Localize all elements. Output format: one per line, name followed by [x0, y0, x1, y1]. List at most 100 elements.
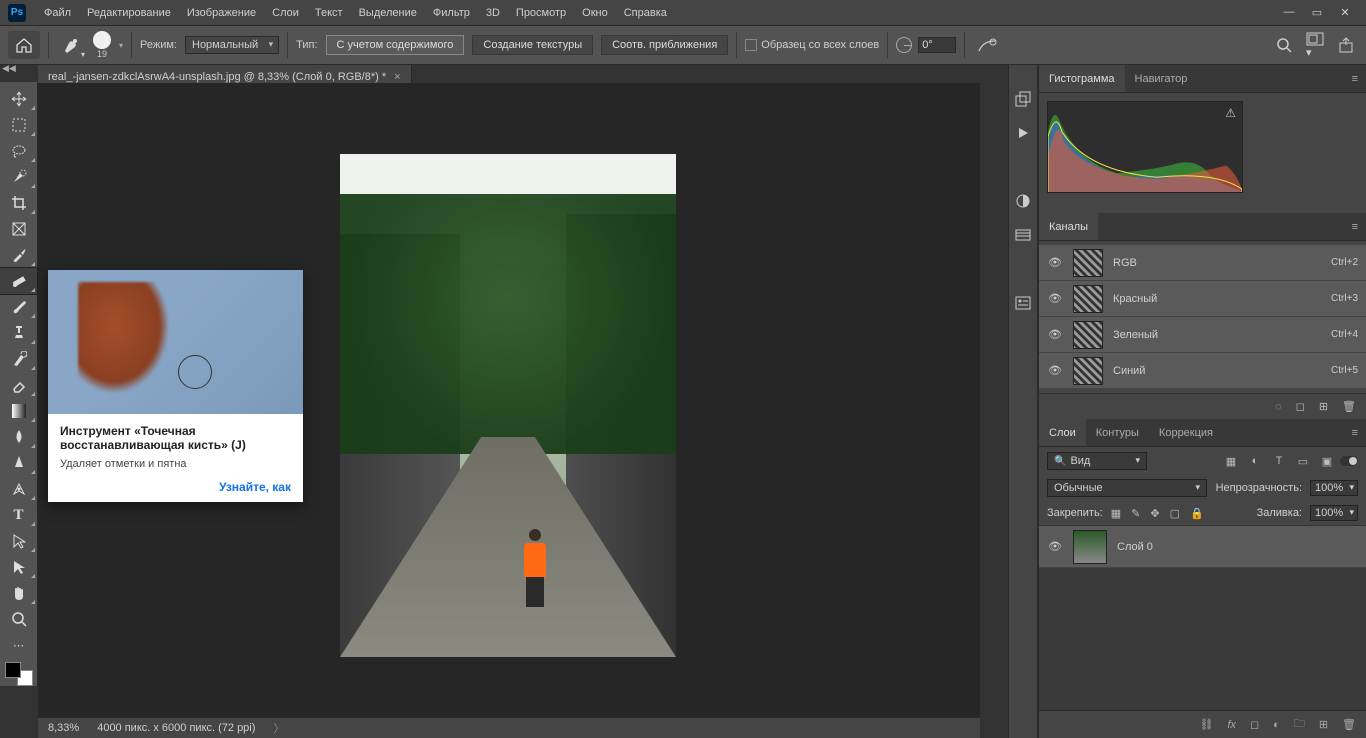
- move-tool[interactable]: [0, 86, 37, 112]
- lock-pixels-icon[interactable]: ▦: [1111, 507, 1121, 520]
- properties-panel-icon[interactable]: [1013, 293, 1033, 313]
- menu-layers[interactable]: Слои: [264, 7, 307, 19]
- panel-menu-icon[interactable]: ≡: [1344, 419, 1366, 446]
- menu-file[interactable]: Файл: [36, 7, 79, 19]
- crop-tool[interactable]: [0, 190, 37, 216]
- share-icon[interactable]: [1338, 37, 1354, 53]
- sample-all-layers-checkbox[interactable]: Образец со всех слоев: [745, 39, 879, 51]
- type-tool[interactable]: T: [0, 502, 37, 528]
- visibility-eye-icon[interactable]: 👁: [1047, 292, 1063, 305]
- screen-mode-icon[interactable]: ▾: [1306, 32, 1324, 59]
- angle-input[interactable]: 0°: [918, 37, 956, 53]
- filter-shape-icon[interactable]: ▭: [1296, 455, 1310, 468]
- spot-healing-brush-tool[interactable]: [0, 268, 37, 294]
- blend-mode-select[interactable]: Нормальный: [185, 36, 279, 54]
- brush-tool[interactable]: [0, 294, 37, 320]
- menu-image[interactable]: Изображение: [179, 7, 264, 19]
- channel-row-rgb[interactable]: 👁 RGB Ctrl+2: [1039, 245, 1366, 281]
- hand-tool[interactable]: [0, 580, 37, 606]
- edit-toolbar-button[interactable]: ⋯: [0, 632, 37, 658]
- opacity-input[interactable]: 100%: [1310, 480, 1358, 496]
- new-layer-icon[interactable]: ⊞: [1319, 718, 1328, 731]
- tab-channels[interactable]: Каналы: [1039, 213, 1098, 240]
- color-panel-icon[interactable]: [1013, 89, 1033, 109]
- panel-menu-icon[interactable]: ≡: [1344, 65, 1366, 92]
- filter-smart-icon[interactable]: ▣: [1320, 455, 1334, 468]
- group-icon[interactable]: 🗀: [1294, 715, 1305, 734]
- menu-help[interactable]: Справка: [616, 7, 675, 19]
- styles-panel-icon[interactable]: [1013, 225, 1033, 245]
- delete-channel-icon[interactable]: 🗑: [1342, 400, 1356, 413]
- pressure-size-icon[interactable]: [973, 31, 1001, 59]
- collapse-handle-icon[interactable]: ◀◀: [2, 63, 16, 74]
- gradient-tool[interactable]: [0, 398, 37, 424]
- delete-layer-icon[interactable]: 🗑: [1342, 718, 1356, 731]
- tab-paths[interactable]: Контуры: [1086, 419, 1149, 446]
- shape-tool[interactable]: [0, 554, 37, 580]
- menu-filter[interactable]: Фильтр: [425, 7, 478, 19]
- menu-edit[interactable]: Редактирование: [79, 7, 179, 19]
- visibility-eye-icon[interactable]: 👁: [1047, 364, 1063, 377]
- adjustment-layer-icon[interactable]: ◐: [1273, 719, 1280, 731]
- pen-tool[interactable]: [0, 476, 37, 502]
- search-icon[interactable]: [1276, 37, 1292, 53]
- clone-stamp-tool[interactable]: [0, 320, 37, 346]
- filter-pixel-icon[interactable]: ▦: [1224, 455, 1238, 468]
- lock-position-brush-icon[interactable]: ✎: [1131, 507, 1140, 520]
- type-content-aware-button[interactable]: С учетом содержимого: [326, 35, 465, 55]
- new-channel-icon[interactable]: ⊞: [1319, 400, 1328, 413]
- adjustments-panel-icon[interactable]: [1013, 191, 1033, 211]
- brush-size-preview[interactable]: 19: [93, 31, 111, 59]
- histogram-warning-icon[interactable]: ⚠: [1225, 106, 1236, 120]
- menu-3d[interactable]: 3D: [478, 7, 508, 19]
- status-doc-info[interactable]: 4000 пикс. x 6000 пикс. (72 ppi): [97, 722, 255, 734]
- window-close-icon[interactable]: ✕: [1338, 6, 1352, 19]
- layer-style-icon[interactable]: fx: [1227, 719, 1236, 731]
- path-select-tool[interactable]: [0, 528, 37, 554]
- zoom-tool[interactable]: [0, 606, 37, 632]
- layer-thumbnail[interactable]: [1073, 530, 1107, 564]
- eraser-tool[interactable]: [0, 372, 37, 398]
- color-swatches[interactable]: [5, 662, 33, 686]
- eyedropper-tool[interactable]: [0, 242, 37, 268]
- lasso-tool[interactable]: [0, 138, 37, 164]
- channel-row-blue[interactable]: 👁 Синий Ctrl+5: [1039, 353, 1366, 389]
- menu-window[interactable]: Окно: [574, 7, 616, 19]
- layer-filter-kind-select[interactable]: 🔍Вид: [1047, 452, 1147, 470]
- layer-blend-mode-select[interactable]: Обычные: [1047, 479, 1207, 497]
- type-proximity-button[interactable]: Соотв. приближения: [601, 35, 728, 55]
- tab-histogram[interactable]: Гистограмма: [1039, 65, 1125, 92]
- type-create-texture-button[interactable]: Создание текстуры: [472, 35, 593, 55]
- tooltip-learn-link[interactable]: Узнайте, как: [60, 480, 291, 494]
- marquee-tool[interactable]: [0, 112, 37, 138]
- save-selection-icon[interactable]: ◻: [1296, 400, 1305, 413]
- layer-mask-icon[interactable]: ◻: [1250, 718, 1259, 731]
- link-layers-icon[interactable]: ⛓: [1199, 718, 1213, 731]
- channel-row-red[interactable]: 👁 Красный Ctrl+3: [1039, 281, 1366, 317]
- foreground-color-swatch[interactable]: [5, 662, 21, 678]
- dodge-tool[interactable]: [0, 450, 37, 476]
- tab-navigator[interactable]: Навигатор: [1125, 65, 1198, 92]
- tab-layers[interactable]: Слои: [1039, 419, 1086, 446]
- window-minimize-icon[interactable]: —: [1282, 6, 1296, 19]
- filter-toggle-switch[interactable]: [1340, 456, 1358, 466]
- status-zoom[interactable]: 8,33%: [48, 722, 79, 734]
- status-menu-icon[interactable]: 〉: [273, 720, 284, 736]
- layer-name[interactable]: Слой 0: [1117, 541, 1153, 553]
- lock-all-icon[interactable]: 🔒: [1190, 507, 1204, 520]
- menu-text[interactable]: Текст: [307, 7, 351, 19]
- menu-view[interactable]: Просмотр: [508, 7, 574, 19]
- blur-tool[interactable]: [0, 424, 37, 450]
- load-selection-icon[interactable]: ◌: [1275, 401, 1282, 413]
- quick-select-tool[interactable]: [0, 164, 37, 190]
- lock-move-icon[interactable]: ✥: [1150, 507, 1159, 520]
- lock-artboard-icon[interactable]: ▢: [1170, 507, 1180, 520]
- window-maximize-icon[interactable]: ▭: [1310, 6, 1324, 19]
- filter-type-icon[interactable]: T: [1272, 455, 1286, 468]
- history-brush-tool[interactable]: [0, 346, 37, 372]
- channel-row-green[interactable]: 👁 Зеленый Ctrl+4: [1039, 317, 1366, 353]
- panel-menu-icon[interactable]: ≡: [1344, 213, 1366, 240]
- visibility-eye-icon[interactable]: 👁: [1047, 540, 1063, 553]
- current-tool-icon[interactable]: ▾: [57, 31, 85, 59]
- frame-tool[interactable]: [0, 216, 37, 242]
